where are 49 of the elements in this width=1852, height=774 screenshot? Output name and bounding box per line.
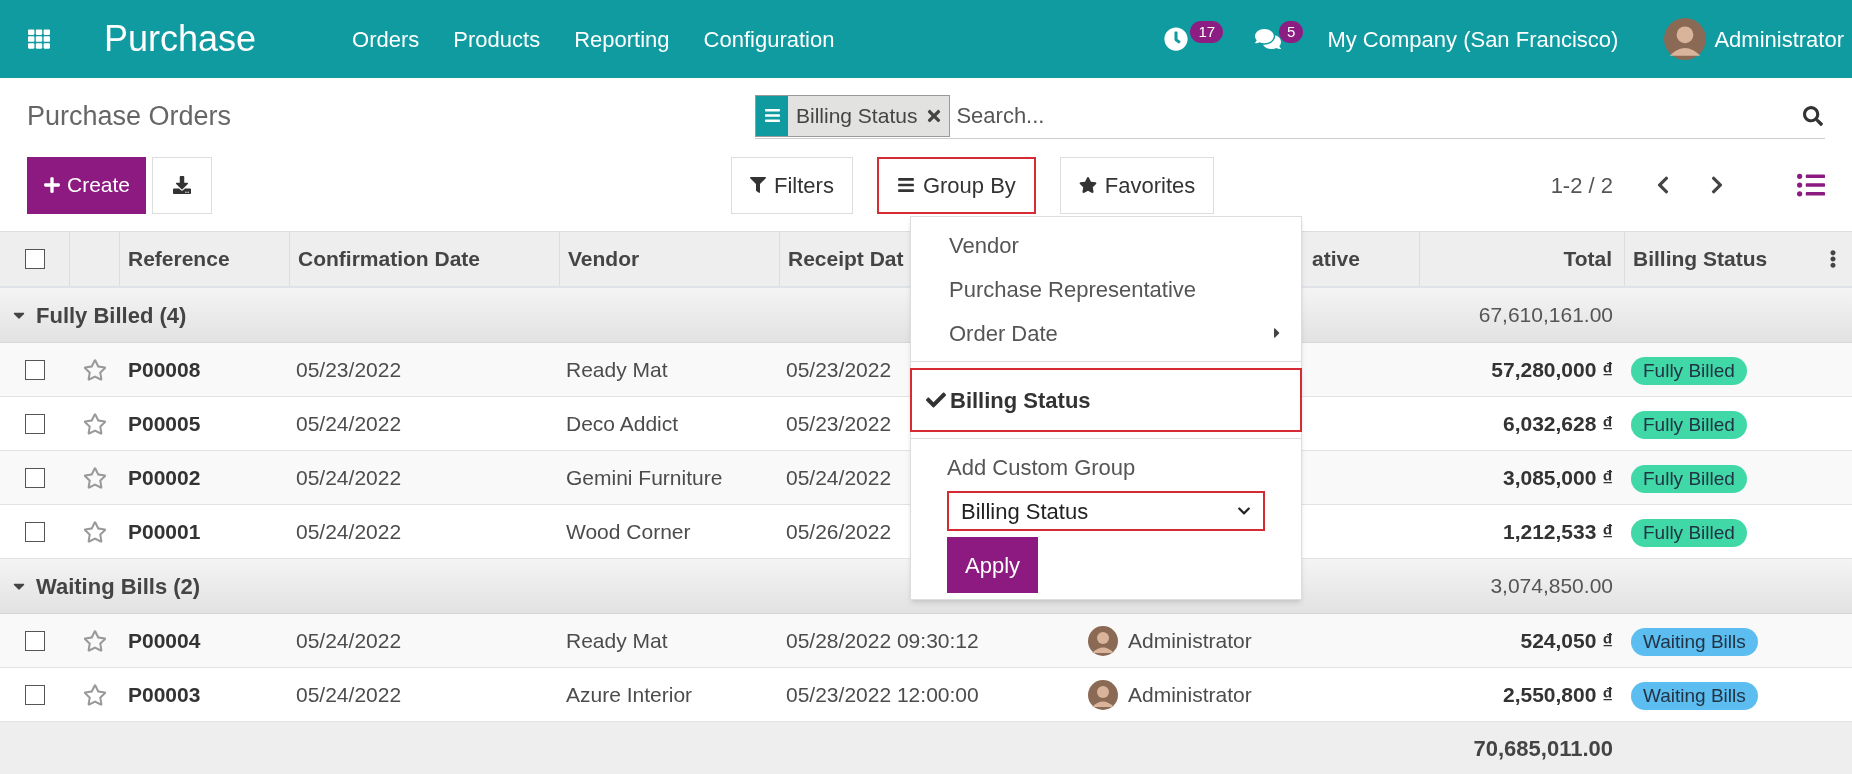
group-total: 3,074,850.00	[1490, 573, 1613, 600]
status-badge: Fully Billed	[1631, 464, 1747, 493]
table-cell-text: Ready Mat	[566, 627, 668, 654]
page-title: Purchase Orders	[27, 99, 233, 133]
table-cell-text: Ready Mat	[566, 356, 668, 383]
table-cell-text: P00001	[128, 518, 201, 545]
count-badge: 5	[1279, 21, 1304, 43]
table-cell-text: 05/23/2022	[786, 356, 892, 383]
table-cell-text: 524,050 ₫	[1520, 627, 1613, 654]
table-cell-text: 05/24/2022	[296, 518, 402, 545]
table-cell-text: Deco Addict	[566, 410, 679, 437]
group-total: 67,610,161.00	[1478, 302, 1613, 329]
table-cell-text: 05/23/2022	[296, 356, 402, 383]
status-badge: Fully Billed	[1631, 410, 1747, 439]
table-cell-text: 05/28/2022 09:30:12	[786, 627, 979, 654]
table-cell-text: 05/24/2022	[296, 681, 402, 708]
table-cell-text: Administrator	[1128, 627, 1252, 654]
group-label: Fully Billed (4)	[36, 301, 187, 330]
table-cell-text: 57,280,000 ₫	[1491, 356, 1613, 383]
table-cell-text: P00004	[128, 627, 201, 654]
grand-total: 70,685,011.00	[1472, 734, 1614, 763]
table-cell-text: P00003	[128, 681, 201, 708]
status-badge: Waiting Bills	[1631, 627, 1758, 656]
table-cell-text: 05/26/2022	[786, 518, 892, 545]
table-cell-text: Gemini Furniture	[566, 464, 723, 491]
table-cell-text: Azure Interior	[566, 681, 693, 708]
table-cell-text: 05/24/2022	[296, 464, 402, 491]
pager: 1-2 / 2	[1550, 171, 1613, 200]
status-badge: Waiting Bills	[1631, 681, 1758, 710]
group-label: Waiting Bills (2)	[36, 572, 201, 601]
count-badge: 17	[1190, 21, 1224, 43]
table-cell-text: 05/24/2022	[296, 627, 402, 654]
status-badge: Fully Billed	[1631, 518, 1747, 547]
table-cell-text: 2,550,800 ₫	[1502, 681, 1613, 708]
table-cell-text: Administrator	[1128, 681, 1252, 708]
table-cell-text: Wood Corner	[566, 518, 691, 545]
table-cell-text: 6,032,628 ₫	[1502, 410, 1613, 437]
table-cell-text: 3,085,000 ₫	[1502, 464, 1613, 491]
status-badge: Fully Billed	[1631, 356, 1747, 385]
facet-label: Billing Status	[795, 102, 919, 129]
table-cell-text: P00005	[128, 410, 201, 437]
table-cell-text: 05/24/2022	[296, 410, 402, 437]
table-cell-text: P00008	[128, 356, 201, 383]
table-cell-text: P00002	[128, 464, 201, 491]
table-cell-text: 05/24/2022	[786, 464, 892, 491]
table-cell-text: 1,212,533 ₫	[1502, 518, 1613, 545]
table-cell-text: 05/23/2022 12:00:00	[786, 681, 979, 708]
table-cell-text: 05/23/2022	[786, 410, 892, 437]
section-label: Add Custom Group	[947, 453, 1137, 482]
